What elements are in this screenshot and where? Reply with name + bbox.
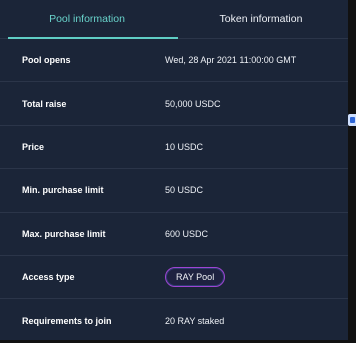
price-label: Price: [22, 141, 45, 152]
total-raise-label: Total raise: [22, 98, 67, 109]
requirements-to-join-label: Requirements to join: [22, 316, 112, 327]
row-pool-opens: Pool opens Wed, 28 Apr 2021 11:00:00 GMT: [0, 39, 348, 83]
requirements-to-join-value: 20 RAY staked: [165, 316, 225, 327]
row-min-purchase-limit: Min. purchase limit 50 USDC: [0, 169, 348, 213]
row-price: Price 10 USDC: [0, 126, 348, 170]
pool-opens-label: Pool opens: [22, 55, 71, 66]
min-purchase-limit-label: Min. purchase limit: [22, 185, 104, 196]
tab-token-information[interactable]: Token information: [174, 0, 348, 38]
tab-pool-information[interactable]: Pool information: [0, 0, 174, 38]
access-type-value: RAY Pool: [165, 267, 226, 288]
row-total-raise: Total raise 50,000 USDC: [0, 82, 348, 126]
pool-opens-value: Wed, 28 Apr 2021 11:00:00 GMT: [165, 55, 297, 66]
max-purchase-limit-label: Max. purchase limit: [22, 228, 106, 239]
pool-info-rows: Pool opens Wed, 28 Apr 2021 11:00:00 GMT…: [0, 39, 348, 343]
row-requirements-to-join: Requirements to join 20 RAY staked: [0, 299, 348, 342]
price-value: 10 USDC: [165, 141, 204, 152]
tab-bar: Pool information Token information: [0, 0, 348, 39]
access-type-label: Access type: [22, 272, 75, 283]
row-access-type: Access type RAY Pool: [0, 256, 348, 300]
min-purchase-limit-value: 50 USDC: [165, 185, 204, 196]
side-extension-icon[interactable]: [348, 114, 356, 126]
total-raise-value: 50,000 USDC: [165, 98, 221, 109]
row-max-purchase-limit: Max. purchase limit 600 USDC: [0, 213, 348, 256]
access-type-pill: RAY Pool: [165, 267, 226, 288]
max-purchase-limit-value: 600 USDC: [165, 228, 209, 239]
pool-info-panel: Pool information Token information Pool …: [0, 0, 348, 340]
side-extension-icon-inner: [349, 117, 355, 123]
